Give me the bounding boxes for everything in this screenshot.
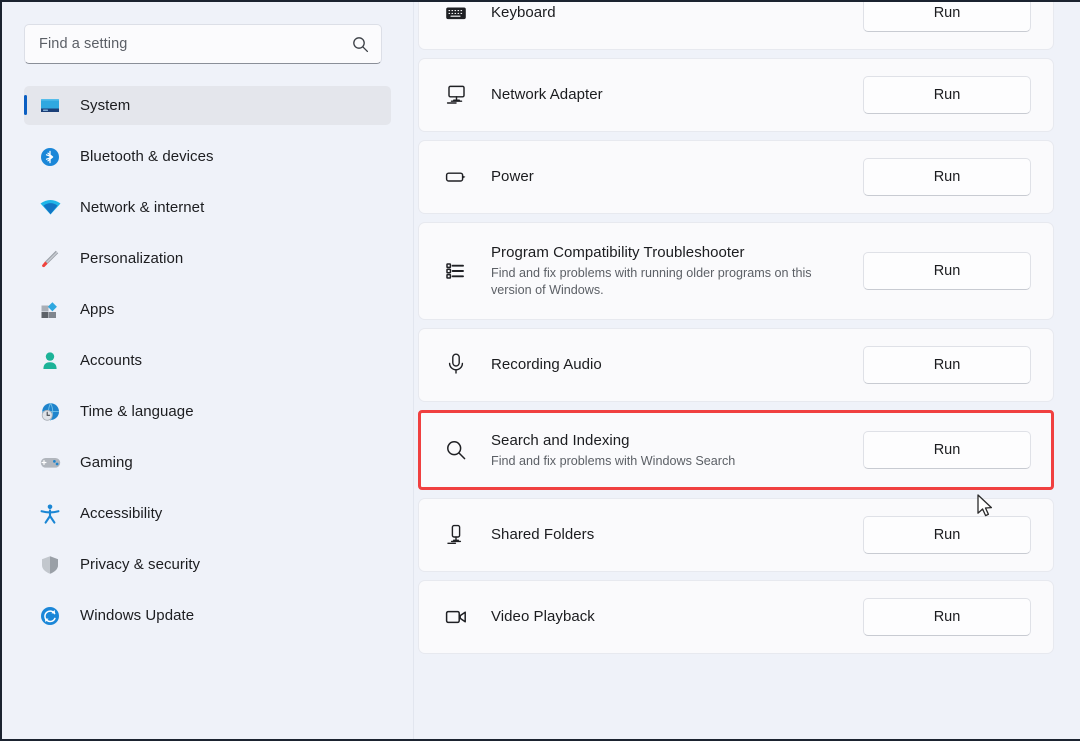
- sidebar-item-label: Accounts: [80, 352, 142, 369]
- sidebar-item-label: Network & internet: [80, 199, 204, 216]
- sidebar-item-label: Gaming: [80, 454, 133, 471]
- sidebar-item-privacy-security[interactable]: Privacy & security: [24, 545, 391, 584]
- sidebar-item-network-internet[interactable]: Network & internet: [24, 188, 391, 227]
- troubleshooter-text: Search and Indexing Find and fix problem…: [491, 431, 863, 470]
- troubleshooter-row-program-compatibility[interactable]: Program Compatibility Troubleshooter Fin…: [418, 222, 1054, 320]
- sidebar-item-label: Privacy & security: [80, 556, 200, 573]
- sidebar-item-accessibility[interactable]: Accessibility: [24, 494, 391, 533]
- troubleshooter-text: Power: [491, 167, 863, 187]
- sidebar-item-label: Time & language: [80, 403, 194, 420]
- bluetooth-icon: [38, 145, 62, 169]
- troubleshooter-text: Keyboard: [491, 3, 863, 23]
- troubleshooter-title: Video Playback: [491, 607, 853, 627]
- network-adapter-icon: [443, 82, 469, 108]
- search-container: [24, 24, 389, 64]
- sidebar-item-windows-update[interactable]: Windows Update: [24, 596, 391, 635]
- troubleshooter-text: Shared Folders: [491, 525, 863, 545]
- keyboard-icon: [443, 2, 469, 26]
- sidebar-item-bluetooth-devices[interactable]: Bluetooth & devices: [24, 137, 391, 176]
- run-button[interactable]: Run: [863, 76, 1031, 114]
- troubleshooter-text: Network Adapter: [491, 85, 863, 105]
- main-content: Keyboard Run Network Adapter: [414, 2, 1080, 739]
- sidebar-item-apps[interactable]: Apps: [24, 290, 391, 329]
- sidebar-item-personalization[interactable]: Personalization: [24, 239, 391, 278]
- sidebar-item-time-language[interactable]: Time & language: [24, 392, 391, 431]
- troubleshooter-text: Program Compatibility Troubleshooter Fin…: [491, 243, 863, 299]
- microphone-icon: [443, 352, 469, 378]
- monitor-icon: [38, 94, 62, 118]
- sidebar-item-label: System: [80, 97, 130, 114]
- troubleshooter-description: Find and fix problems with Windows Searc…: [491, 453, 821, 470]
- troubleshooter-title: Keyboard: [491, 3, 853, 23]
- troubleshooter-row-recording-audio[interactable]: Recording Audio Run: [418, 328, 1054, 402]
- troubleshooter-row-power[interactable]: Power Run: [418, 140, 1054, 214]
- sidebar-item-label: Apps: [80, 301, 114, 318]
- person-icon: [38, 349, 62, 373]
- update-refresh-icon: [38, 604, 62, 628]
- shared-folders-icon: [443, 522, 469, 548]
- run-button[interactable]: Run: [863, 2, 1031, 32]
- sidebar-item-label: Bluetooth & devices: [80, 148, 214, 165]
- run-button[interactable]: Run: [863, 158, 1031, 196]
- troubleshooter-text: Video Playback: [491, 607, 863, 627]
- troubleshooter-row-search-and-indexing[interactable]: Search and Indexing Find and fix problem…: [418, 410, 1054, 490]
- troubleshooter-text: Recording Audio: [491, 355, 863, 375]
- run-button[interactable]: Run: [863, 346, 1031, 384]
- gamepad-icon: [38, 451, 62, 475]
- list-icon: [443, 258, 469, 284]
- sidebar-item-system[interactable]: System: [24, 86, 391, 125]
- troubleshooter-list: Keyboard Run Network Adapter: [418, 2, 1054, 662]
- run-button[interactable]: Run: [863, 516, 1031, 554]
- sidebar-item-accounts[interactable]: Accounts: [24, 341, 391, 380]
- troubleshooter-row-keyboard[interactable]: Keyboard Run: [418, 2, 1054, 50]
- clock-globe-icon: [38, 400, 62, 424]
- run-button[interactable]: Run: [863, 252, 1031, 290]
- run-button[interactable]: Run: [863, 431, 1031, 469]
- troubleshooter-description: Find and fix problems with running older…: [491, 265, 821, 299]
- troubleshooter-row-shared-folders[interactable]: Shared Folders Run: [418, 498, 1054, 572]
- troubleshooter-title: Network Adapter: [491, 85, 853, 105]
- accessibility-icon: [38, 502, 62, 526]
- paintbrush-icon: [38, 247, 62, 271]
- apps-grid-icon: [38, 298, 62, 322]
- troubleshooter-row-video-playback[interactable]: Video Playback Run: [418, 580, 1054, 654]
- battery-icon: [443, 164, 469, 190]
- sidebar-nav: System Bluetooth & devices: [2, 86, 413, 635]
- search-input[interactable]: [39, 36, 351, 52]
- settings-window: System Bluetooth & devices: [0, 0, 1080, 741]
- search-magnifier-icon: [443, 437, 469, 463]
- wifi-icon: [38, 196, 62, 220]
- run-button[interactable]: Run: [863, 598, 1031, 636]
- troubleshooter-title: Shared Folders: [491, 525, 853, 545]
- video-camera-icon: [443, 604, 469, 630]
- sidebar: System Bluetooth & devices: [2, 2, 414, 739]
- shield-icon: [38, 553, 62, 577]
- sidebar-item-label: Personalization: [80, 250, 183, 267]
- sidebar-item-gaming[interactable]: Gaming: [24, 443, 391, 482]
- sidebar-item-label: Windows Update: [80, 607, 194, 624]
- troubleshooter-title: Search and Indexing: [491, 431, 853, 451]
- troubleshooter-title: Recording Audio: [491, 355, 853, 375]
- search-box[interactable]: [24, 24, 382, 64]
- search-icon: [351, 35, 369, 53]
- troubleshooter-title: Power: [491, 167, 853, 187]
- troubleshooter-title: Program Compatibility Troubleshooter: [491, 243, 853, 263]
- troubleshooter-row-network-adapter[interactable]: Network Adapter Run: [418, 58, 1054, 132]
- sidebar-item-label: Accessibility: [80, 505, 162, 522]
